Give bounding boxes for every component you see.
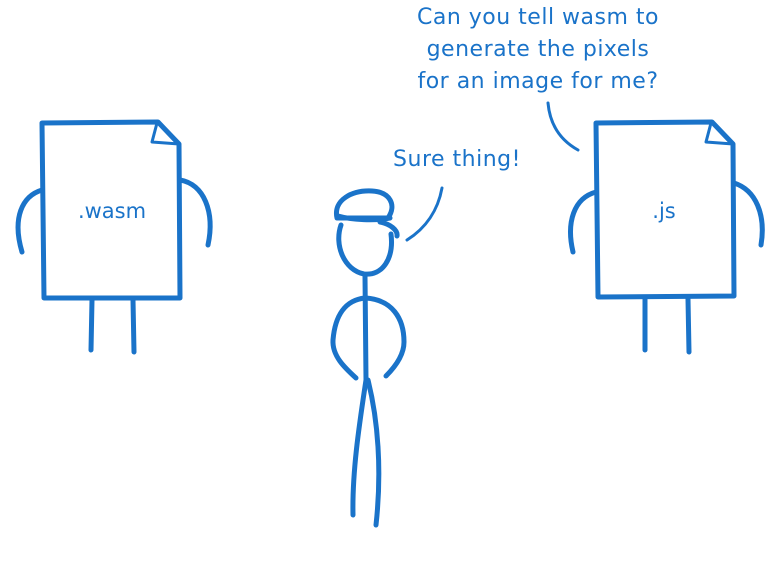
wasm-file-character: .wasm bbox=[15, 119, 213, 355]
js-file-character: .js bbox=[568, 119, 765, 355]
wasm-file-label: .wasm bbox=[78, 199, 146, 223]
conductor-right-arm bbox=[363, 295, 407, 379]
conductor-head bbox=[336, 222, 394, 277]
conductor-character bbox=[330, 188, 407, 528]
wasm-left-leg bbox=[88, 297, 95, 353]
wasm-left-arm bbox=[15, 187, 45, 255]
conductor-left-leg bbox=[350, 377, 369, 518]
wasm-right-leg bbox=[130, 297, 137, 355]
conductor-right-leg bbox=[365, 377, 382, 528]
conductor-cap bbox=[334, 188, 395, 221]
js-speech-line-1: Can you tell wasm to bbox=[417, 5, 659, 30]
conductor-speech-tail bbox=[405, 186, 444, 242]
js-right-arm bbox=[731, 180, 765, 248]
wasm-right-arm bbox=[177, 177, 213, 248]
comic-scene: .wasm .js Can you tell wasm to generate … bbox=[15, 5, 765, 528]
js-speech-tail bbox=[546, 101, 580, 152]
js-right-leg bbox=[685, 296, 692, 355]
conductor-speech-text: Sure thing! bbox=[393, 147, 521, 172]
js-speech-line-2: generate the pixels bbox=[427, 37, 650, 62]
js-left-arm bbox=[568, 189, 599, 255]
js-speech-line-3: for an image for me? bbox=[417, 69, 658, 94]
conductor-spine bbox=[362, 273, 369, 383]
conductor-left-arm bbox=[330, 295, 368, 381]
js-file-label: .js bbox=[652, 199, 675, 223]
